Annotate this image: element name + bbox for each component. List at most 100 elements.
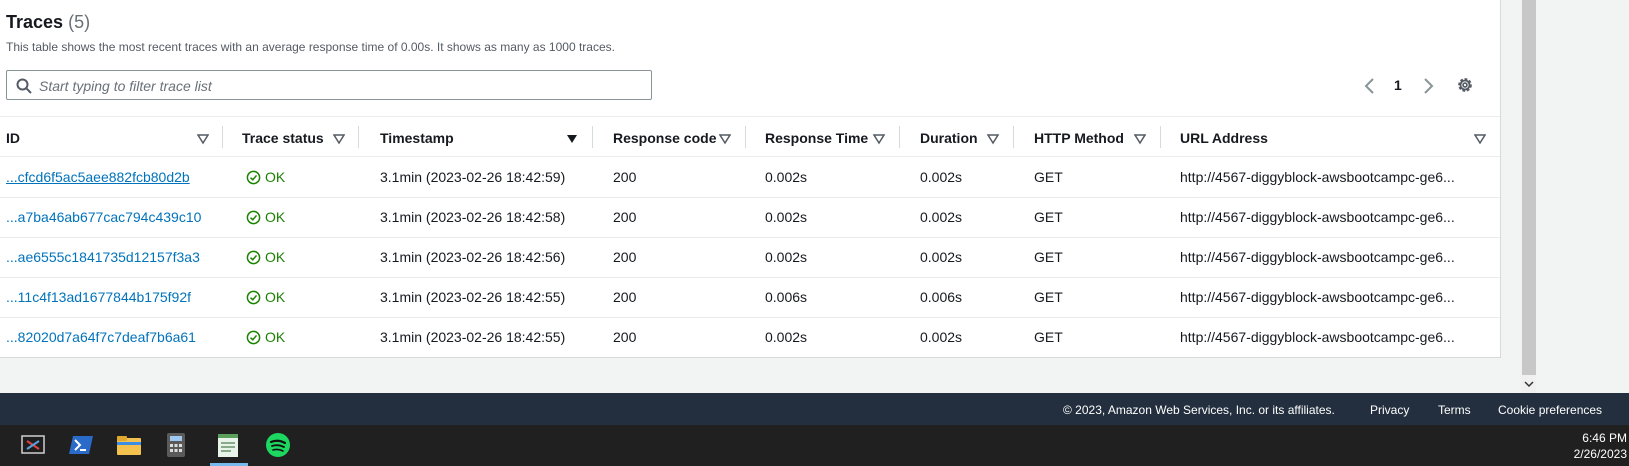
row-divider: [0, 197, 1500, 198]
footer-copyright: © 2023, Amazon Web Services, Inc. or its…: [1063, 403, 1335, 417]
response-code: 200: [613, 289, 637, 305]
response-code: 200: [613, 169, 637, 185]
page-scrollbar-thumb[interactable]: [1522, 0, 1536, 375]
scroll-down-icon[interactable]: [1522, 377, 1536, 391]
trace-status-text: OK: [265, 329, 286, 345]
header-divider: [0, 156, 1500, 157]
row-divider: [0, 277, 1500, 278]
http-method: GET: [1034, 209, 1063, 225]
column-separator[interactable]: [1013, 126, 1014, 148]
url-address: http://4567-diggyblock-awsbootcampc-ge6.…: [1180, 209, 1455, 225]
traces-panel: Traces (5) This table shows the most rec…: [0, 0, 1501, 358]
powershell-icon[interactable]: [67, 431, 95, 459]
column-header-trace-status[interactable]: Trace status: [242, 130, 324, 148]
column-header-response-code[interactable]: Response code: [613, 130, 716, 148]
response-time: 0.002s: [765, 329, 808, 345]
clock-time: 6:46 PM: [1582, 431, 1627, 445]
url-address: http://4567-diggyblock-awsbootcampc-ge6.…: [1180, 329, 1455, 345]
column-header-url-address[interactable]: URL Address: [1180, 130, 1268, 148]
column-header-id[interactable]: ID: [6, 130, 20, 148]
table-top-divider: [0, 116, 1500, 117]
footer-terms-link[interactable]: Terms: [1438, 403, 1471, 417]
page-number[interactable]: 1: [1394, 77, 1402, 99]
console-footer: © 2023, Amazon Web Services, Inc. or its…: [0, 393, 1629, 425]
response-code: 200: [613, 249, 637, 265]
ok-check-icon: [246, 170, 261, 185]
trace-timestamp: 3.1min (2023-02-26 18:42:56): [380, 249, 566, 265]
sort-caret-icon[interactable]: [197, 133, 209, 145]
sort-caret-icon[interactable]: [873, 133, 885, 145]
calculator-icon[interactable]: [162, 431, 190, 459]
duration: 0.002s: [920, 209, 963, 225]
trace-id-link[interactable]: ...cfcd6f5ac5aee882fcb80d2b: [6, 169, 190, 185]
response-code: 200: [613, 329, 637, 345]
previous-page-icon[interactable]: [1362, 75, 1378, 97]
column-header-response-time[interactable]: Response Time: [765, 130, 868, 148]
column-header-duration[interactable]: Duration: [920, 130, 978, 148]
trace-timestamp: 3.1min (2023-02-26 18:42:58): [380, 209, 566, 225]
row-divider: [0, 237, 1500, 238]
sort-caret-icon[interactable]: [1474, 133, 1486, 145]
url-address: http://4567-diggyblock-awsbootcampc-ge6.…: [1180, 289, 1455, 305]
clock-date: 2/26/2023: [1573, 447, 1627, 461]
trace-status: OK: [246, 289, 285, 305]
file-explorer-icon[interactable]: [115, 431, 143, 459]
sort-caret-icon[interactable]: [719, 133, 731, 145]
notepad-icon[interactable]: [214, 431, 242, 459]
footer-privacy-link[interactable]: Privacy: [1370, 403, 1409, 417]
traces-title: Traces (5): [6, 12, 90, 33]
column-separator[interactable]: [899, 126, 900, 148]
response-time: 0.002s: [765, 249, 808, 265]
response-time: 0.002s: [765, 209, 808, 225]
column-header-timestamp[interactable]: Timestamp: [380, 130, 454, 148]
url-address: http://4567-diggyblock-awsbootcampc-ge6.…: [1180, 249, 1455, 265]
response-time: 0.006s: [765, 289, 808, 305]
trace-filter-input[interactable]: [37, 75, 641, 97]
trace-status-text: OK: [265, 209, 286, 225]
snipping-tool-icon[interactable]: [19, 431, 47, 459]
response-time: 0.002s: [765, 169, 808, 185]
column-separator[interactable]: [1160, 126, 1161, 148]
sort-caret-icon[interactable]: [333, 133, 345, 145]
http-method: GET: [1034, 169, 1063, 185]
traces-description: This table shows the most recent traces …: [6, 40, 615, 54]
sort-caret-icon[interactable]: [987, 133, 999, 145]
duration: 0.002s: [920, 249, 963, 265]
column-separator[interactable]: [222, 126, 223, 148]
column-header-http-method[interactable]: HTTP Method: [1034, 130, 1124, 148]
trace-status-text: OK: [265, 169, 286, 185]
ok-check-icon: [246, 210, 261, 225]
next-page-icon[interactable]: [1420, 75, 1436, 97]
sort-caret-icon[interactable]: [1134, 133, 1146, 145]
column-separator[interactable]: [745, 126, 746, 148]
ok-check-icon: [246, 290, 261, 305]
trace-id-link[interactable]: ...ae6555c1841735d12157f3a3: [6, 249, 200, 265]
taskbar-clock[interactable]: 6:46 PM 2/26/2023: [1574, 430, 1627, 462]
http-method: GET: [1034, 329, 1063, 345]
trace-id-link[interactable]: ...a7ba46ab677cac794c439c10: [6, 209, 201, 225]
row-divider: [0, 317, 1500, 318]
trace-timestamp: 3.1min (2023-02-26 18:42:55): [380, 329, 566, 345]
duration: 0.006s: [920, 289, 963, 305]
url-address: http://4567-diggyblock-awsbootcampc-ge6.…: [1180, 169, 1455, 185]
footer-cookie-preferences-link[interactable]: Cookie preferences: [1498, 403, 1602, 417]
spotify-icon[interactable]: [264, 431, 292, 459]
trace-filter-search[interactable]: [6, 70, 652, 100]
duration: 0.002s: [920, 329, 963, 345]
http-method: GET: [1034, 289, 1063, 305]
trace-id-link[interactable]: ...82020d7a64f7c7deaf7b6a61: [6, 329, 196, 345]
trace-status: OK: [246, 329, 285, 345]
response-code: 200: [613, 209, 637, 225]
search-icon: [16, 78, 32, 94]
trace-status: OK: [246, 249, 285, 265]
http-method: GET: [1034, 249, 1063, 265]
column-separator[interactable]: [358, 126, 359, 148]
traces-count: (5): [68, 12, 91, 32]
sort-descending-icon[interactable]: [566, 133, 578, 145]
column-separator[interactable]: [592, 126, 593, 148]
trace-status-text: OK: [265, 289, 286, 305]
windows-taskbar: [0, 425, 1629, 466]
settings-gear-icon[interactable]: [1456, 74, 1474, 96]
trace-status: OK: [246, 169, 285, 185]
trace-id-link[interactable]: ...11c4f13ad1677844b175f92f: [6, 289, 191, 305]
